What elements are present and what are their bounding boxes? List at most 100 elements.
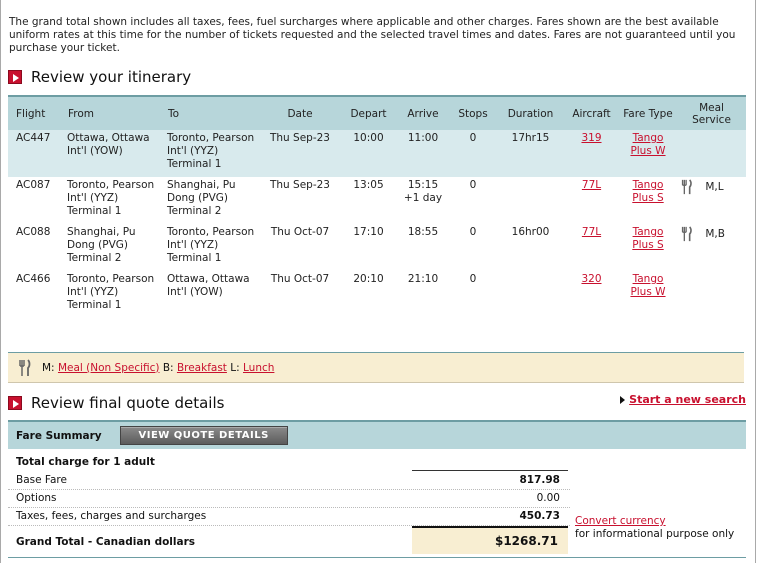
fare-type-link[interactable]: Tango Plus W [630,273,665,298]
start-new-search-link[interactable]: Start a new search [629,393,746,406]
header-date: Date [260,97,340,130]
aircraft-link[interactable]: 77L [582,179,601,191]
legend-l-prefix: L: [230,361,240,374]
new-search[interactable]: Start a new search [620,393,746,406]
section-arrow-icon [8,396,22,410]
fare-summary-label: Fare Summary [16,429,102,442]
aircraft-link[interactable]: 320 [581,273,601,285]
fare-type-link[interactable]: Tango Plus S [632,179,663,204]
cell-stops: 0 [449,271,497,318]
cell-from: Shanghai, Pu Dong (PVG) Terminal 2 [64,224,164,271]
cell-date: Thu Sep-23 [260,130,340,177]
legend-text: M: Meal (Non Specific) B: Breakfast L: L… [42,362,274,374]
header-to: To [164,97,260,130]
cell-stops: 0 [449,224,497,271]
cell-flight: AC447 [8,130,64,177]
quote-heading: Review final quote details [8,394,224,412]
aircraft-link[interactable]: 77L [582,226,601,238]
header-from: From [64,97,164,130]
aircraft-link[interactable]: 319 [581,132,601,144]
itinerary-heading: Review your itinerary [8,68,191,86]
grand-total-box: $1268.71 [412,528,568,554]
cell-from: Toronto, Pearson Int'l (YYZ) Terminal 1 [64,177,164,224]
total-charge-label: Total charge for 1 adult [16,456,155,468]
intro-text: The grand total shown includes all taxes… [9,16,736,54]
quote-title: Review final quote details [31,394,225,412]
fork-knife-icon [19,358,31,376]
header-meal-service: Meal Service [677,97,746,130]
itinerary-table: Flight From To Date Depart Arrive Stops … [8,97,746,318]
cell-meal: M,B [677,224,746,271]
cell-from: Toronto, Pearson Int'l (YYZ) Terminal 1 [64,271,164,318]
cell-arrive: 11:00 [397,130,449,177]
cell-date: Thu Oct-07 [260,224,340,271]
header-stops: Stops [449,97,497,130]
cell-to: Shanghai, Pu Dong (PVG) Terminal 2 [164,177,260,224]
convert-currency-link[interactable]: Convert currency [575,515,666,527]
table-row: AC088 Shanghai, Pu Dong (PVG) Terminal 2… [8,224,746,271]
meal-legend: M: Meal (Non Specific) B: Breakfast L: L… [8,352,744,383]
bottom-divider [8,557,746,558]
options-value: 0.00 [536,492,560,504]
meal-codes: M,L [705,180,724,193]
legend-breakfast-link[interactable]: Breakfast [177,362,227,374]
convert-currency: Convert currency for informational purpo… [575,515,735,540]
cell-flight: AC087 [8,177,64,224]
fork-knife-icon [681,226,692,242]
cell-to: Toronto, Pearson Int'l (YYZ) Terminal 1 [164,224,260,271]
view-quote-details-button[interactable]: VIEW QUOTE DETAILS [119,426,288,445]
grand-total-label: Grand Total - Canadian dollars [16,536,196,548]
section-arrow-icon [8,70,22,84]
table-row: AC087 Toronto, Pearson Int'l (YYZ) Termi… [8,177,746,224]
cell-meal [677,130,746,177]
cell-date: Thu Oct-07 [260,271,340,318]
cell-duration: 16hr00 [497,224,564,271]
total-charge-row: Total charge for 1 adult [8,453,570,471]
options-row: Options 0.00 [8,489,570,508]
cell-depart: 10:00 [340,130,397,177]
cell-stops: 0 [449,130,497,177]
cell-duration: 17hr15 [497,130,564,177]
header-duration: Duration [497,97,564,130]
cell-meal [677,271,746,318]
itinerary-title: Review your itinerary [31,68,192,86]
cell-from: Ottawa, Ottawa Int'l (YOW) [64,130,164,177]
taxes-row: Taxes, fees, charges and surcharges 450.… [8,507,570,526]
cell-to: Toronto, Pearson Int'l (YYZ) Terminal 1 [164,130,260,177]
table-row: AC466 Toronto, Pearson Int'l (YYZ) Termi… [8,271,746,318]
legend-lunch-link[interactable]: Lunch [243,362,274,374]
header-fare-type: Fare Type [619,97,677,130]
cell-to: Ottawa, Ottawa Int'l (YOW) [164,271,260,318]
header-flight: Flight [8,97,64,130]
convert-note: for informational purpose only [575,527,735,540]
base-fare-value: 817.98 [519,474,560,486]
header-arrive: Arrive [397,97,449,130]
itinerary-table-container: Flight From To Date Depart Arrive Stops … [8,95,746,318]
cell-meal: M,L [677,177,746,224]
meal-codes: M,B [705,227,725,240]
cell-date: Thu Sep-23 [260,177,340,224]
cell-duration [497,177,564,224]
triangle-right-icon [620,395,626,404]
legend-meal-link[interactable]: Meal (Non Specific) [58,362,160,374]
cell-depart: 20:10 [340,271,397,318]
cell-arrive: 21:10 [397,271,449,318]
header-depart: Depart [340,97,397,130]
taxes-value: 450.73 [519,510,560,522]
base-fare-label: Base Fare [16,474,67,486]
fare-type-link[interactable]: Tango Plus W [630,132,665,157]
cell-flight: AC466 [8,271,64,318]
cell-arrive: 15:15 +1 day [397,177,449,224]
legend-m-prefix: M: [42,361,55,374]
base-fare-row: Base Fare 817.98 [8,471,570,490]
cell-arrive: 18:55 [397,224,449,271]
options-label: Options [16,492,57,504]
fare-type-link[interactable]: Tango Plus S [632,226,663,251]
legend-b-prefix: B: [162,361,174,374]
cell-duration [497,271,564,318]
fork-knife-icon [681,179,692,195]
fare-summary-bar: Fare Summary VIEW QUOTE DETAILS [8,420,746,449]
cell-depart: 13:05 [340,177,397,224]
taxes-label: Taxes, fees, charges and surcharges [16,510,207,522]
table-row: AC447 Ottawa, Ottawa Int'l (YOW) Toronto… [8,130,746,177]
